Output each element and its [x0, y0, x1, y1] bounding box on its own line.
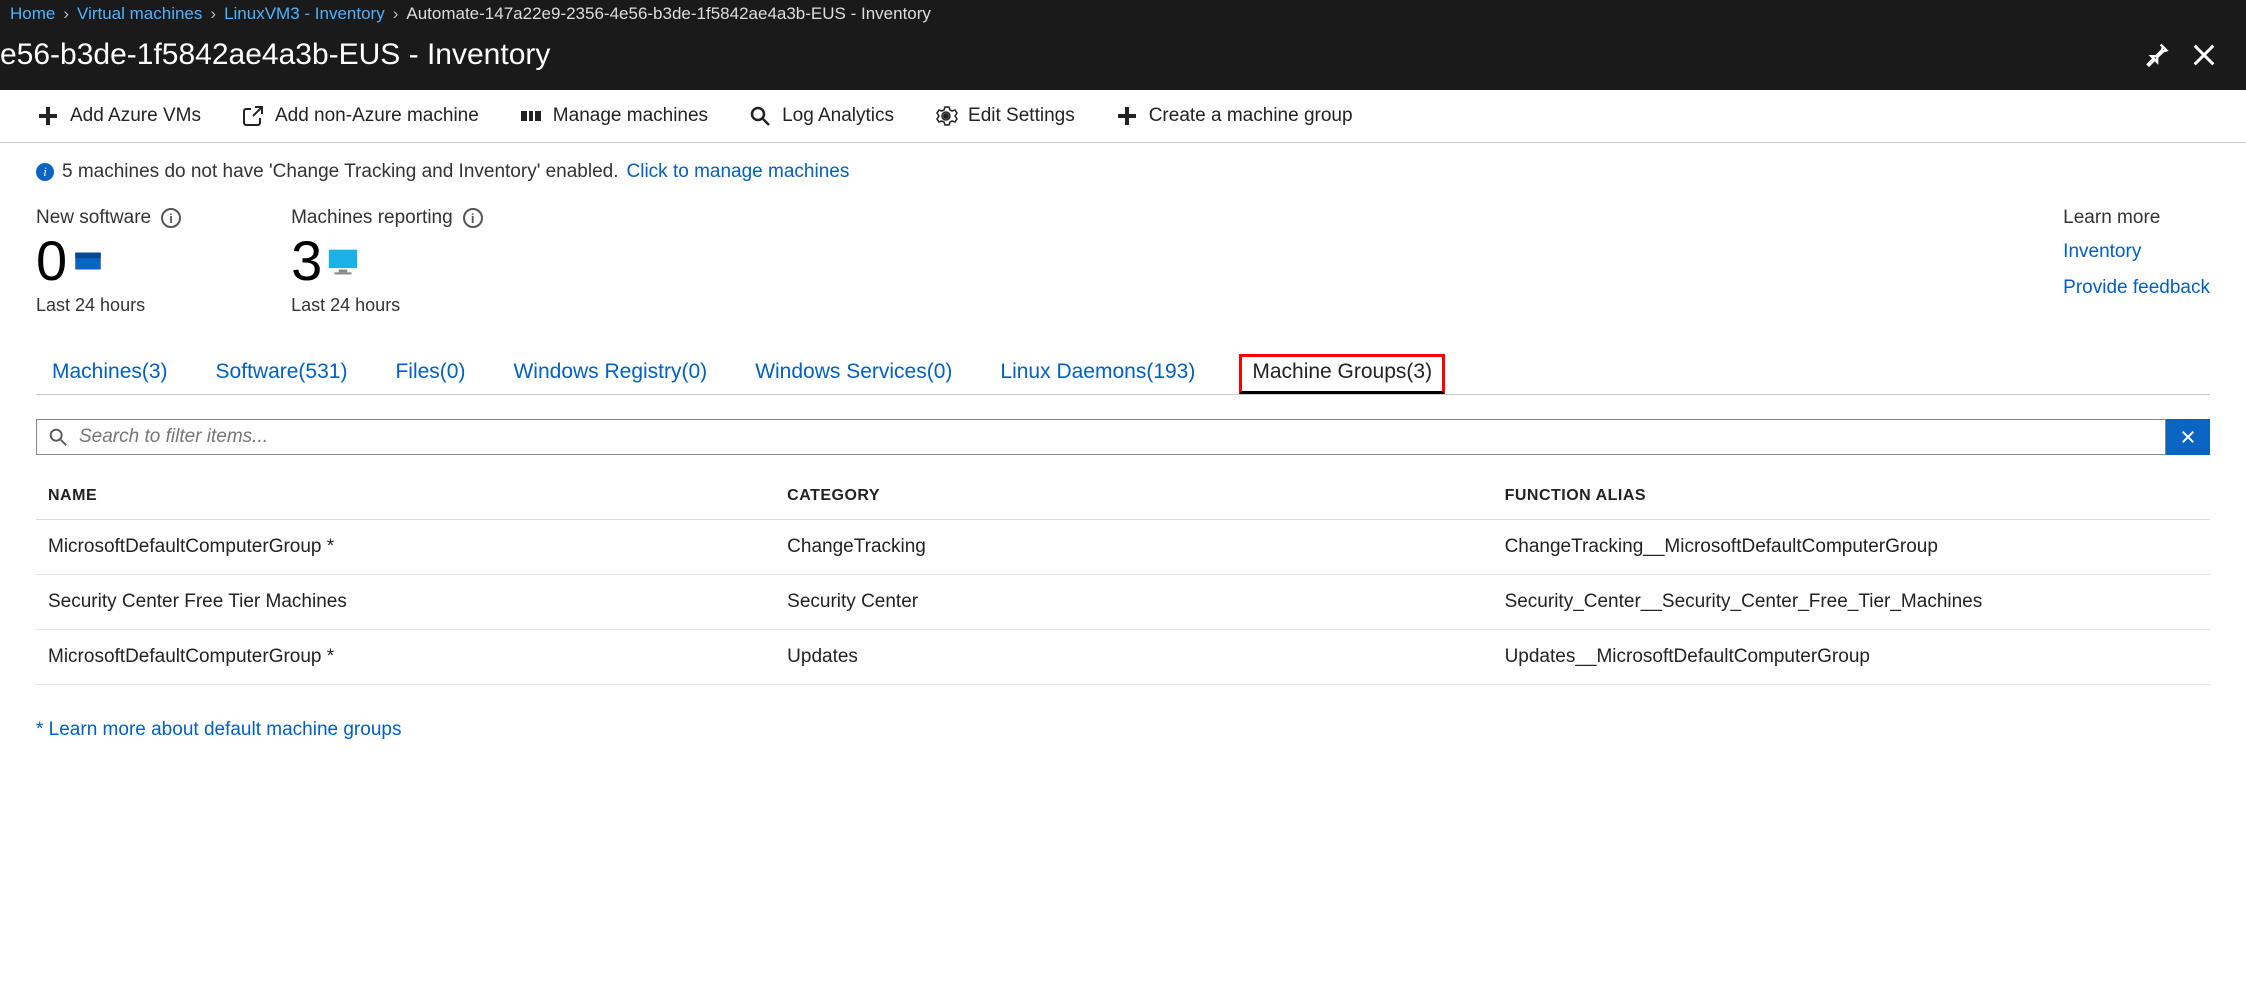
close-icon[interactable] — [2190, 41, 2218, 69]
close-icon — [2180, 429, 2196, 445]
chevron-right-icon: › — [210, 4, 216, 24]
monitor-icon — [326, 244, 360, 278]
page-title: e56-b3de-1f5842ae4a3b-EUS - Inventory — [0, 38, 2142, 72]
button-label: Log Analytics — [782, 105, 894, 127]
pin-icon[interactable] — [2142, 41, 2170, 69]
cell-alias: ChangeTracking__MicrosoftDefaultComputer… — [1493, 520, 2210, 575]
stat-value: 0 — [36, 233, 67, 289]
cell-name: Security Center Free Tier Machines — [36, 575, 775, 630]
breadcrumb-vm[interactable]: LinuxVM3 - Inventory — [224, 4, 385, 24]
machine-groups-table: NAME CATEGORY FUNCTION ALIAS MicrosoftDe… — [36, 473, 2210, 685]
cell-category: Updates — [775, 630, 1492, 685]
tab-machines[interactable]: Machines(3) — [48, 354, 172, 394]
col-name[interactable]: NAME — [36, 473, 775, 520]
stat-new-software: New software i 0 Last 24 hours — [36, 207, 181, 316]
stat-machines-reporting: Machines reporting i 3 Last 24 hours — [291, 207, 483, 316]
breadcrumb: Home › Virtual machines › LinuxVM3 - Inv… — [0, 0, 2246, 28]
inventory-link[interactable]: Inventory — [2063, 241, 2210, 263]
breadcrumb-current: Automate-147a22e9-2356-4e56-b3de-1f5842a… — [406, 4, 931, 24]
plus-icon — [36, 104, 60, 128]
edit-settings-button[interactable]: Edit Settings — [934, 104, 1075, 128]
button-label: Add Azure VMs — [70, 105, 201, 127]
col-function-alias[interactable]: FUNCTION ALIAS — [1493, 473, 2210, 520]
info-icon[interactable]: i — [463, 208, 483, 228]
feedback-link[interactable]: Provide feedback — [2063, 277, 2210, 299]
chevron-right-icon: › — [393, 4, 399, 24]
tabs: Machines(3) Software(531) Files(0) Windo… — [36, 354, 2210, 395]
search-input[interactable] — [79, 426, 2155, 448]
tab-machine-groups[interactable]: Machine Groups(3) — [1239, 354, 1445, 394]
breadcrumb-vms[interactable]: Virtual machines — [77, 4, 202, 24]
cell-name: MicrosoftDefaultComputerGroup * — [36, 520, 775, 575]
breadcrumb-home[interactable]: Home — [10, 4, 55, 24]
log-analytics-button[interactable]: Log Analytics — [748, 104, 894, 128]
stat-label: New software — [36, 207, 151, 229]
info-icon: i — [36, 163, 54, 181]
stat-sub: Last 24 hours — [36, 295, 181, 316]
manage-machines-link[interactable]: Click to manage machines — [627, 161, 850, 183]
button-label: Manage machines — [553, 105, 708, 127]
create-machine-group-button[interactable]: Create a machine group — [1115, 104, 1353, 128]
stat-value: 3 — [291, 233, 322, 289]
info-text: 5 machines do not have 'Change Tracking … — [62, 161, 619, 183]
cell-alias: Security_Center__Security_Center_Free_Ti… — [1493, 575, 2210, 630]
table-row[interactable]: Security Center Free Tier Machines Secur… — [36, 575, 2210, 630]
button-label: Add non-Azure machine — [275, 105, 479, 127]
button-label: Edit Settings — [968, 105, 1075, 127]
learn-more-panel: Learn more Inventory Provide feedback — [2063, 207, 2210, 313]
table-row[interactable]: MicrosoftDefaultComputerGroup * Updates … — [36, 630, 2210, 685]
cell-category: Security Center — [775, 575, 1492, 630]
search-icon — [47, 426, 69, 448]
col-category[interactable]: CATEGORY — [775, 473, 1492, 520]
tab-files[interactable]: Files(0) — [391, 354, 469, 394]
toolbar: Add Azure VMs Add non-Azure machine Mana… — [0, 90, 2246, 143]
tab-software[interactable]: Software(531) — [212, 354, 352, 394]
add-azure-vms-button[interactable]: Add Azure VMs — [36, 104, 201, 128]
tab-linux-daemons[interactable]: Linux Daemons(193) — [996, 354, 1199, 394]
table-row[interactable]: MicrosoftDefaultComputerGroup * ChangeTr… — [36, 520, 2210, 575]
search-box[interactable] — [36, 419, 2166, 455]
external-icon — [241, 104, 265, 128]
software-icon — [71, 244, 105, 278]
stat-label: Machines reporting — [291, 207, 453, 229]
clear-search-button[interactable] — [2166, 419, 2210, 455]
info-icon[interactable]: i — [161, 208, 181, 228]
chevron-right-icon: › — [63, 4, 69, 24]
info-banner: i 5 machines do not have 'Change Trackin… — [0, 143, 2246, 183]
button-label: Create a machine group — [1149, 105, 1353, 127]
cell-category: ChangeTracking — [775, 520, 1492, 575]
tab-windows-registry[interactable]: Windows Registry(0) — [509, 354, 711, 394]
stat-sub: Last 24 hours — [291, 295, 483, 316]
machines-icon — [519, 104, 543, 128]
add-non-azure-machine-button[interactable]: Add non-Azure machine — [241, 104, 479, 128]
plus-icon — [1115, 104, 1139, 128]
cell-name: MicrosoftDefaultComputerGroup * — [36, 630, 775, 685]
learn-more-heading: Learn more — [2063, 207, 2210, 229]
search-icon — [748, 104, 772, 128]
gear-icon — [934, 104, 958, 128]
cell-alias: Updates__MicrosoftDefaultComputerGroup — [1493, 630, 2210, 685]
tab-windows-services[interactable]: Windows Services(0) — [751, 354, 956, 394]
manage-machines-button[interactable]: Manage machines — [519, 104, 708, 128]
default-groups-link[interactable]: * Learn more about default machine group… — [36, 719, 401, 740]
